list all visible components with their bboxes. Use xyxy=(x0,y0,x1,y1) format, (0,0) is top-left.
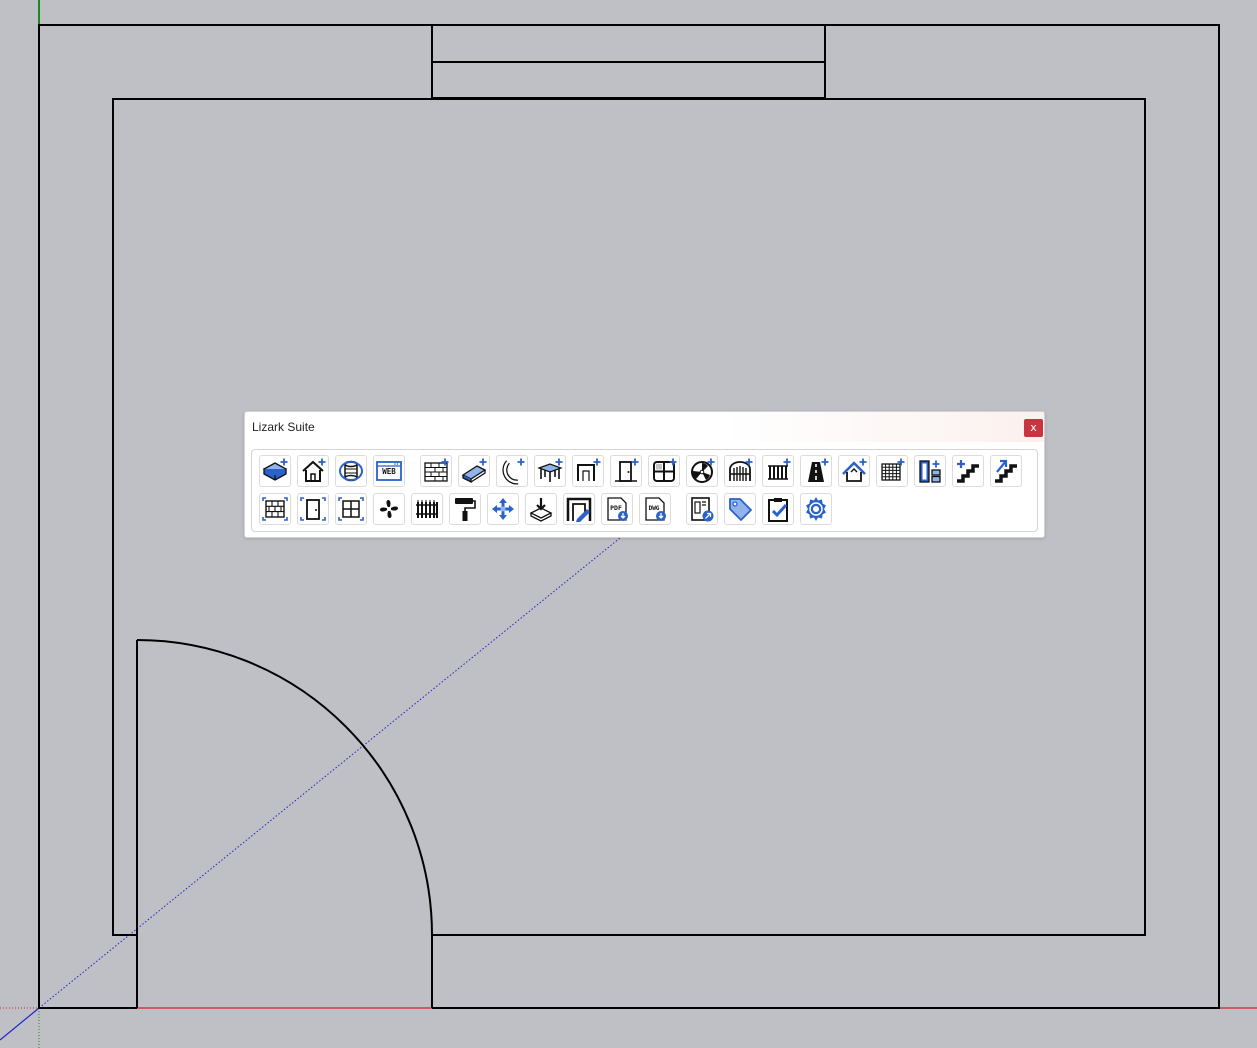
window-add-button[interactable] xyxy=(648,455,680,487)
fan-button[interactable] xyxy=(373,493,405,525)
move-button[interactable] xyxy=(487,493,519,525)
roof-add-icon xyxy=(842,458,867,482)
toolbar-icon-panel: WEB PDF DWG xyxy=(251,449,1038,532)
grid-add-icon xyxy=(881,458,905,481)
fence-button[interactable] xyxy=(411,493,443,525)
settings-gear-icon xyxy=(806,497,826,521)
wall-select-icon xyxy=(262,497,288,521)
road-add-button[interactable] xyxy=(800,455,832,487)
tag-button[interactable] xyxy=(724,493,756,525)
paint-roller-icon xyxy=(455,498,476,521)
web-icon: WEB xyxy=(376,461,402,481)
import-layer-icon xyxy=(529,498,553,522)
radiator-add-button[interactable] xyxy=(762,455,794,487)
door-add-icon xyxy=(615,458,639,482)
tag-icon xyxy=(729,498,752,521)
column-layout-button[interactable] xyxy=(914,455,946,487)
column-layout-icon xyxy=(919,460,941,483)
opening-add-icon xyxy=(577,458,601,481)
cylinder-rotate-button[interactable] xyxy=(335,455,367,487)
clipboard-check-icon xyxy=(768,498,788,522)
door-swing-arc xyxy=(136,639,433,936)
beam-add-icon xyxy=(461,458,487,484)
settings-gear-button[interactable] xyxy=(800,493,832,525)
svg-text:DWG: DWG xyxy=(649,505,660,512)
floor-slab-button[interactable] xyxy=(259,455,291,487)
door-select-icon xyxy=(300,497,326,521)
window-select-icon xyxy=(338,497,364,521)
grid-add-button[interactable] xyxy=(876,455,908,487)
house-add-icon xyxy=(302,458,326,482)
stairs-add-icon xyxy=(957,460,979,483)
door-select-button[interactable] xyxy=(297,493,329,525)
window-select-button[interactable] xyxy=(335,493,367,525)
toolbar-title: Lizark Suite xyxy=(252,420,315,434)
lizark-suite-toolbar[interactable]: Lizark Suite x WEB PDF DWG xyxy=(244,411,1045,538)
svg-text:WEB: WEB xyxy=(382,467,396,476)
gate-add-button[interactable] xyxy=(724,455,756,487)
move-icon xyxy=(492,498,514,520)
window-add-icon xyxy=(653,458,677,482)
paint-roller-button[interactable] xyxy=(449,493,481,525)
web-button[interactable]: WEB xyxy=(373,455,405,487)
house-add-button[interactable] xyxy=(297,455,329,487)
pdf-export-icon: PDF xyxy=(607,497,628,521)
svg-text:PDF: PDF xyxy=(610,504,622,512)
stairs-up-icon xyxy=(995,459,1017,483)
import-layer-button[interactable] xyxy=(525,493,557,525)
layout-export-icon xyxy=(691,497,714,522)
dwg-export-icon: DWG xyxy=(645,497,666,521)
gate-add-icon xyxy=(729,458,753,481)
wall-select-button[interactable] xyxy=(259,493,291,525)
pdf-export-button[interactable]: PDF xyxy=(601,493,633,525)
opening-add-button[interactable] xyxy=(572,455,604,487)
fan-add-button[interactable] xyxy=(686,455,718,487)
close-button[interactable]: x xyxy=(1024,419,1043,437)
clipboard-check-button[interactable] xyxy=(762,493,794,525)
curved-wall-add-icon xyxy=(502,458,525,485)
curved-wall-add-button[interactable] xyxy=(496,455,528,487)
dwg-export-button[interactable]: DWG xyxy=(639,493,671,525)
frame-edit-button[interactable] xyxy=(563,493,595,525)
fence-icon xyxy=(416,500,438,518)
stairs-up-button[interactable] xyxy=(990,455,1022,487)
blue-axis-dotted xyxy=(38,537,621,1009)
fan-add-icon xyxy=(691,458,715,483)
beam-add-button[interactable] xyxy=(458,455,490,487)
wall-add-button[interactable] xyxy=(420,455,452,487)
layout-export-button[interactable] xyxy=(686,493,718,525)
table-add-icon xyxy=(537,458,563,482)
roof-add-button[interactable] xyxy=(838,455,870,487)
road-add-icon xyxy=(808,458,829,482)
fan-icon xyxy=(380,500,398,518)
cylinder-rotate-icon xyxy=(339,460,363,482)
drawing-viewport[interactable]: Lizark Suite x WEB PDF DWG xyxy=(0,0,1257,1048)
frame-edit-icon xyxy=(566,497,592,522)
toolbar-titlebar[interactable]: Lizark Suite x xyxy=(245,412,1044,442)
table-add-button[interactable] xyxy=(534,455,566,487)
radiator-add-icon xyxy=(768,458,791,480)
blue-axis-end xyxy=(0,1007,40,1041)
door-add-button[interactable] xyxy=(610,455,642,487)
floor-slab-icon xyxy=(262,458,288,481)
wall-add-icon xyxy=(424,458,449,482)
stairs-add-button[interactable] xyxy=(952,455,984,487)
